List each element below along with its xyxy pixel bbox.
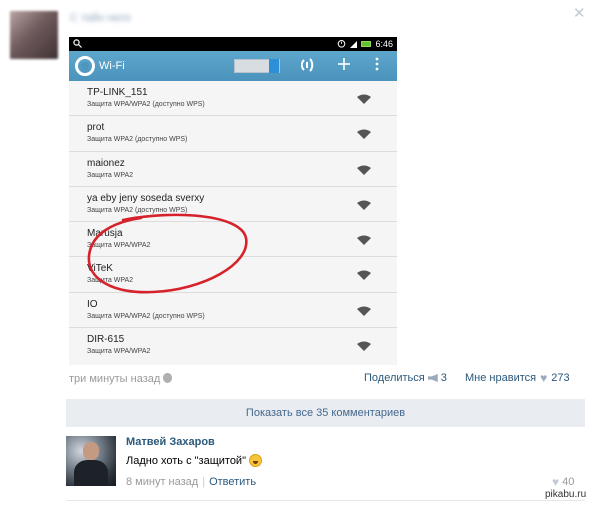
wifi-network-list: TP-LINK_151 Защита WPA/WPA2 (доступно WP…: [69, 81, 397, 363]
toggle-knob: [269, 59, 279, 73]
share-count: 3: [440, 372, 447, 384]
wifi-signal-icon: [357, 341, 371, 352]
show-all-comments-button[interactable]: Показать все 35 комментариев: [66, 399, 585, 427]
alarm-icon: [337, 39, 346, 50]
network-row: DIR-615 Защита WPA/WPA2: [69, 328, 397, 363]
comment-like-button[interactable]: ♥ 40: [552, 476, 574, 488]
comment-author-name[interactable]: Матвей Захаров: [126, 436, 215, 448]
wifi-signal-icon: [357, 165, 371, 175]
avatar-head: [83, 442, 99, 460]
network-name: IO: [87, 298, 98, 310]
search-icon: [73, 38, 82, 50]
wifi-signal-icon: [357, 235, 371, 246]
wifi-signal-icon: [357, 94, 371, 104]
comment-like-count: 40: [562, 476, 575, 488]
like-count: 273: [551, 372, 570, 384]
laughing-emoji-icon: [248, 454, 262, 467]
comment-text: Ладно хоть с "защитой": [126, 454, 262, 467]
like-label: Мне нравится: [465, 372, 537, 384]
network-row: maionez Защита WPA2: [69, 152, 397, 187]
network-row: prot Защита WPA2 (доступно WPS): [69, 116, 397, 152]
post-author-avatar[interactable]: [10, 11, 58, 59]
wifi-toggle: [234, 59, 280, 73]
status-time: 6:46: [375, 39, 393, 49]
wifi-signal-icon: [357, 306, 371, 316]
network-security: Защита WPA/WPA2 (доступно WPS): [87, 101, 205, 108]
network-name: DIR-615: [87, 334, 125, 346]
wifi-screenshot[interactable]: 6:46 Wi-Fi TP-LINK_151 Защита WPA/WPA2 (…: [69, 37, 397, 365]
network-name: TP-LINK_151: [87, 87, 148, 98]
post-author-name[interactable]: С тайн нелз: [70, 12, 131, 24]
apple-icon: [163, 373, 173, 383]
network-security: Защита WPA2: [87, 171, 134, 179]
share-label: Поделиться: [364, 372, 425, 384]
wifi-signal-icon: [357, 200, 371, 210]
network-name: prot: [87, 122, 105, 134]
battery-icon: [361, 41, 372, 47]
wifi-signal-icon: [357, 129, 371, 140]
megaphone-icon: [427, 374, 438, 382]
close-icon[interactable]: ✕: [573, 6, 586, 21]
heart-icon: ♥: [552, 475, 560, 489]
network-name: maionez: [87, 157, 125, 169]
network-security: Защита WPA/WPA2 (доступно WPS): [87, 312, 205, 320]
wifi-signal-icon: [357, 270, 371, 281]
reply-button[interactable]: Ответить: [209, 476, 256, 488]
overflow-menu-icon: [375, 57, 379, 74]
like-button[interactable]: Мне нравится ♥ 273: [465, 372, 570, 384]
settings-gear-icon: [75, 56, 95, 76]
comment-timestamp[interactable]: 8 минут назад: [126, 476, 198, 488]
signal-icon: [350, 40, 358, 48]
comment-meta: 8 минут назад | Ответить: [126, 476, 256, 488]
bottom-divider: [66, 500, 585, 501]
network-row: IO Защита WPA/WPA2 (доступно WPS): [69, 293, 397, 329]
wifi-action-bar: Wi-Fi: [69, 51, 397, 81]
post-timestamp[interactable]: три минуты назад: [69, 373, 173, 385]
wps-icon: [300, 57, 315, 76]
phone-status-bar: 6:46: [69, 37, 397, 51]
post-time-text: три минуты назад: [69, 373, 161, 385]
network-name: ya eby jeny soseda sverxy: [87, 192, 205, 204]
red-circle-highlight: [87, 213, 248, 294]
heart-icon: ♥: [540, 371, 548, 385]
wifi-title: Wi-Fi: [99, 60, 125, 72]
add-network-icon: [337, 57, 351, 74]
comment-text-body: Ладно хоть с "защитой": [126, 454, 246, 467]
network-row: TP-LINK_151 Защита WPA/WPA2 (доступно WP…: [69, 81, 397, 117]
share-button[interactable]: Поделиться 3: [364, 372, 447, 384]
network-security: Защита WPA2 (доступно WPS): [87, 136, 188, 144]
watermark: pikabu.ru: [545, 489, 587, 500]
network-security: Защита WPA/WPA2: [87, 348, 151, 356]
comment-author-avatar[interactable]: [66, 436, 116, 486]
meta-separator: |: [202, 476, 206, 488]
avatar-body: [74, 460, 108, 486]
